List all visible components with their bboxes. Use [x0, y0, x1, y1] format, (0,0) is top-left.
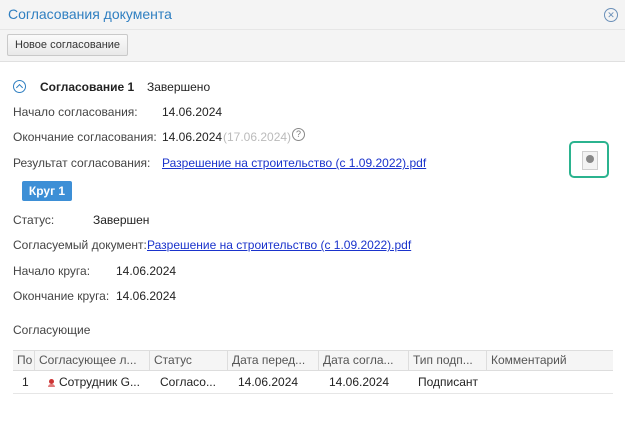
col-header-status[interactable]: Статус [150, 351, 228, 370]
window-header: Согласования документа ✕ [0, 0, 625, 30]
col-header-date-sent[interactable]: Дата перед... [228, 351, 319, 370]
round-doc-link[interactable]: Разрешение на строительство (с 1.09.2022… [147, 238, 411, 252]
approval-end-value: 14.06.2024 [162, 130, 223, 144]
round-end-label: Окончание круга: [13, 289, 110, 303]
cell-person-name: Сотрудник G... [59, 375, 140, 389]
window-title: Согласования документа [8, 6, 172, 22]
round-start-value: 14.06.2024 [116, 264, 177, 278]
new-approval-button[interactable]: Новое согласование [7, 34, 129, 56]
person-icon [48, 379, 55, 387]
help-icon[interactable]: ? [292, 128, 305, 141]
approval-status: Завершено [147, 80, 211, 94]
cell-date-sent: 14.06.2024 [238, 375, 299, 389]
approval-end-label: Окончание согласования: [13, 130, 157, 144]
toolbar: Новое согласование [0, 30, 625, 62]
round-start-label: Начало круга: [13, 264, 91, 278]
collapse-toggle-icon[interactable] [13, 80, 26, 93]
round-doc-label: Согласуемый документ: [13, 238, 147, 252]
col-header-sign-type[interactable]: Тип подп... [409, 351, 487, 370]
col-header-comment[interactable]: Комментарий [487, 351, 613, 370]
approval-result-label: Результат согласования: [13, 156, 151, 170]
col-header-person[interactable]: Согласующее л... [35, 351, 150, 370]
close-icon[interactable]: ✕ [604, 8, 618, 22]
approval-result-link[interactable]: Разрешение на строительство (с 1.09.2022… [162, 156, 426, 170]
round-badge[interactable]: Круг 1 [22, 181, 72, 201]
cell-person: Сотрудник G... [48, 371, 140, 393]
table-header: По Согласующее л... Статус Дата перед...… [13, 350, 613, 371]
cell-status: Согласо... [160, 375, 216, 389]
round-end-value: 14.06.2024 [116, 289, 177, 303]
round-status-value: Завершен [93, 213, 150, 227]
approval-start-label: Начало согласования: [13, 105, 138, 119]
seal-stamp-icon[interactable] [569, 141, 609, 178]
col-header-num[interactable]: По [13, 351, 35, 370]
round-status-label: Статус: [13, 213, 55, 227]
approval-name: Согласование 1 [40, 80, 135, 94]
approval-end-planned: (17.06.2024) [223, 130, 292, 144]
approval-start-value: 14.06.2024 [162, 105, 223, 119]
col-header-date-agreed[interactable]: Дата согла... [319, 351, 409, 370]
approvers-title: Согласующие [13, 323, 91, 337]
table-row[interactable]: 1 Сотрудник G... Согласо... 14.06.2024 1… [13, 371, 613, 394]
cell-num: 1 [22, 375, 29, 389]
cell-date-agreed: 14.06.2024 [329, 375, 390, 389]
cell-sign-type: Подписант [418, 375, 479, 389]
